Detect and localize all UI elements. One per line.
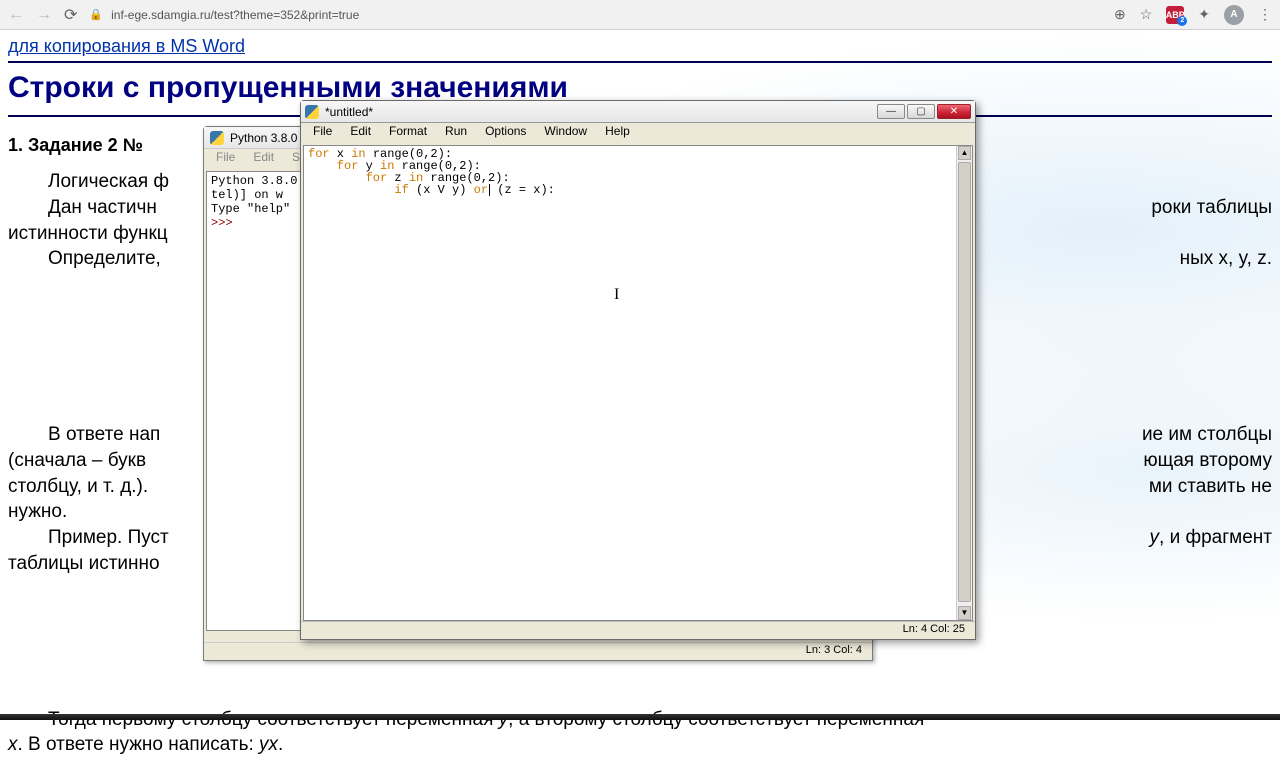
adblock-extension-icon[interactable]: ABP2 <box>1166 6 1184 24</box>
menu-run[interactable]: Run <box>437 123 475 143</box>
code-editor[interactable]: for x in range(0,2): for y in range(0,2)… <box>303 145 973 621</box>
scroll-up-icon[interactable]: ▲ <box>958 146 971 160</box>
scrollbar[interactable]: ▲ ▼ <box>956 146 972 620</box>
maximize-button[interactable]: ▢ <box>907 104 935 119</box>
menu-file[interactable]: File <box>305 123 340 143</box>
scroll-down-icon[interactable]: ▼ <box>958 606 971 620</box>
browser-toolbar: ← → ⟳ 🔒 inf-ege.sdamgia.ru/test?theme=35… <box>0 0 1280 30</box>
python-icon <box>210 131 224 145</box>
menu-icon[interactable]: ⋮ <box>1258 6 1272 23</box>
editor-titlebar[interactable]: *untitled* — ▢ ✕ <box>301 101 975 123</box>
menu-options[interactable]: Options <box>477 123 534 143</box>
text-cursor-icon: I <box>614 286 619 304</box>
editor-statusbar: Ln: 4 Col: 25 <box>301 621 975 639</box>
shell-title-text: Python 3.8.0 <box>230 131 297 145</box>
star-icon[interactable]: ☆ <box>1140 6 1153 23</box>
idle-editor-window[interactable]: *untitled* — ▢ ✕ File Edit Format Run Op… <box>300 100 976 640</box>
scroll-thumb[interactable] <box>958 162 971 602</box>
minimize-button[interactable]: — <box>877 104 905 119</box>
lock-icon: 🔒 <box>89 8 103 21</box>
url-text: inf-ege.sdamgia.ru/test?theme=352&print=… <box>111 8 359 22</box>
breadcrumb-link[interactable]: для копирования в MS Word <box>8 36 1272 57</box>
back-button[interactable]: ← <box>8 6 24 24</box>
profile-avatar[interactable]: A <box>1224 5 1244 25</box>
reload-button[interactable]: ⟳ <box>64 5 77 25</box>
menu-edit[interactable]: Edit <box>342 123 379 143</box>
menu-help[interactable]: Help <box>597 123 638 143</box>
close-button[interactable]: ✕ <box>937 104 971 119</box>
menu-edit[interactable]: Edit <box>247 149 280 169</box>
editor-menubar: File Edit Format Run Options Window Help <box>301 123 975 143</box>
forward-button[interactable]: → <box>36 6 52 24</box>
address-bar[interactable]: 🔒 inf-ege.sdamgia.ru/test?theme=352&prin… <box>89 8 1102 22</box>
extensions-icon[interactable]: ✦ <box>1198 6 1210 23</box>
menu-format[interactable]: Format <box>381 123 435 143</box>
python-icon <box>305 105 319 119</box>
zoom-icon[interactable]: ⊕ <box>1114 6 1126 23</box>
menu-file[interactable]: File <box>210 149 241 169</box>
editor-title-text: *untitled* <box>325 105 871 119</box>
taskbar[interactable] <box>0 714 1280 720</box>
divider <box>8 61 1272 63</box>
shell-statusbar: Ln: 3 Col: 4 <box>204 642 872 660</box>
menu-window[interactable]: Window <box>536 123 595 143</box>
